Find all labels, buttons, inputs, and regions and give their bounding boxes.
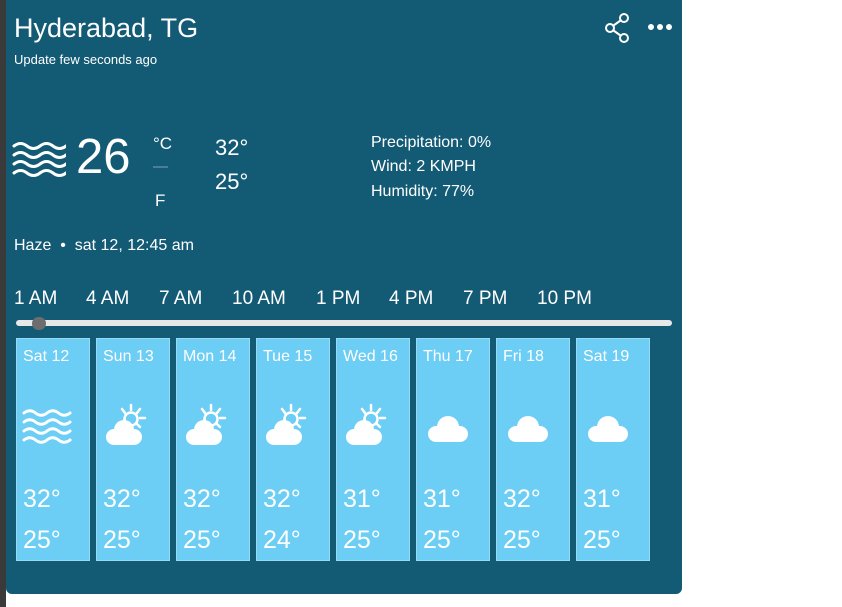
day-low: 25° [583,526,621,554]
day-high: 31° [423,485,461,513]
day-high: 32° [23,485,61,513]
share-button[interactable] [602,12,632,44]
day-high: 32° [263,485,301,513]
day-card-sun-13[interactable]: Sun 13 32° 25° [96,338,170,561]
haze-icon [22,409,72,444]
haze-icon [12,142,66,177]
more-options-icon [648,24,672,30]
location-title: Hyderabad, TG [14,13,199,43]
humidity-text: Humidity: 77% [371,183,475,200]
partly-sunny-icon [106,403,147,445]
update-status: Update few seconds ago [14,52,158,67]
day-name: Sat 12 [23,348,70,365]
hour-slider-track[interactable] [16,320,672,326]
hour-label[interactable]: 7 AM [159,288,202,310]
day-name: Thu 17 [423,348,473,365]
day-low: 25° [503,526,541,554]
cloud-icon [588,416,628,442]
day-name: Sun 13 [103,348,154,365]
hour-label[interactable]: 1 PM [316,288,360,310]
hour-label[interactable]: 10 AM [232,288,286,310]
cloud-icon [508,416,548,442]
day-card-sat-12[interactable]: Sat 12 32° 25° [16,338,90,561]
share-icon [605,13,629,43]
cloud-icon [428,416,468,442]
precipitation-text: Precipitation: 0% [371,134,492,151]
day-high: 32° [103,485,141,513]
day-card-fri-18[interactable]: Fri 18 32° 25° [496,338,570,561]
day-name: Fri 18 [503,348,544,365]
day-high: 31° [343,485,381,513]
hour-label[interactable]: 1 AM [14,288,57,310]
day-high: 32° [183,485,221,513]
partly-sunny-icon [346,403,387,445]
day-card-tue-15[interactable]: Tue 15 32° 24° [256,338,330,561]
more-options-button[interactable] [646,16,674,38]
day-name: Mon 14 [183,348,237,365]
fahrenheit-toggle[interactable]: F [155,191,165,211]
day-low: 25° [103,526,141,554]
day-name: Sat 19 [583,348,630,365]
day-low: 25° [423,526,461,554]
celsius-toggle[interactable]: °C [153,134,172,154]
partly-sunny-icon [266,403,307,445]
current-temperature: 26 [76,130,131,184]
day-name: Tue 15 [263,348,313,365]
today-high: 32° [215,135,249,160]
hour-label[interactable]: 10 PM [537,288,592,310]
wind-text: Wind: 2 KMPH [371,158,476,175]
day-high: 32° [503,485,541,513]
hour-label[interactable]: 4 PM [389,288,433,310]
hour-label[interactable]: 4 AM [86,288,129,310]
day-card-mon-14[interactable]: Mon 14 32° 25° [176,338,250,561]
day-card-wed-16[interactable]: Wed 16 31° 25° [336,338,410,561]
day-high: 31° [583,485,621,513]
day-low: 25° [23,526,61,554]
weather-card: Hyderabad, TG Update few seconds ago 26 … [6,0,682,594]
partly-sunny-icon [186,403,227,445]
day-low: 24° [263,526,301,554]
hour-label[interactable]: 7 PM [463,288,507,310]
condition-datetime: Haze • sat 12, 12:45 am [14,237,194,254]
day-low: 25° [183,526,221,554]
today-low: 25° [215,169,249,194]
day-name: Wed 16 [343,348,398,365]
hour-slider-thumb[interactable] [32,317,46,330]
day-low: 25° [343,526,381,554]
day-card-thu-17[interactable]: Thu 17 31° 25° [416,338,490,561]
unit-separator: — [153,158,168,175]
day-card-sat-19[interactable]: Sat 19 31° 25° [576,338,650,561]
